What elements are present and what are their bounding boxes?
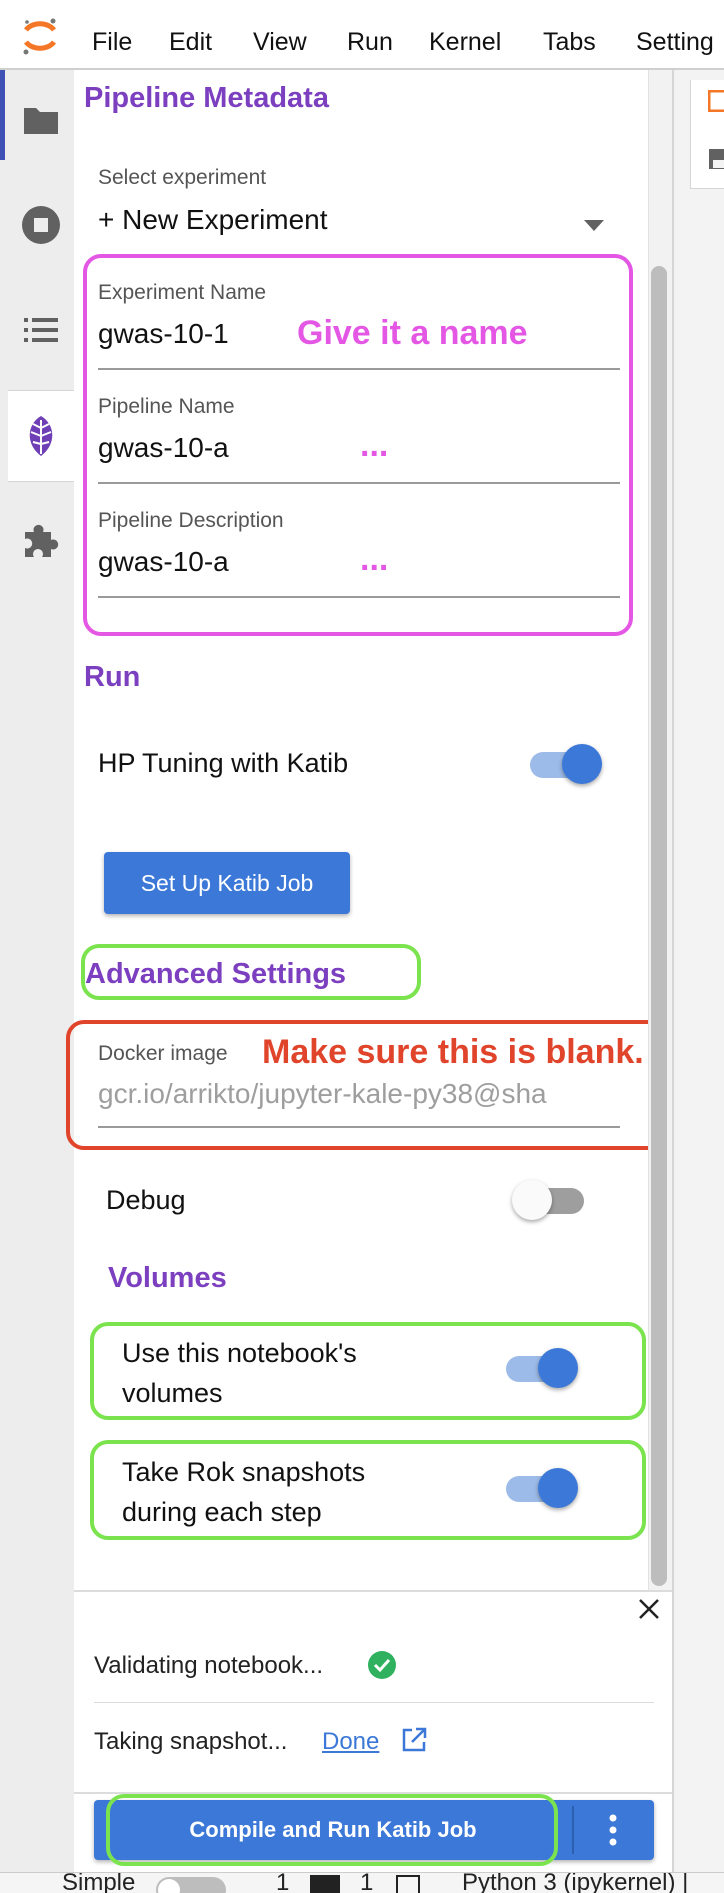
give-name-annotation: Give it a name [297,314,528,352]
menu-tabs[interactable]: Tabs [543,0,596,68]
file-browser-tab[interactable] [8,75,74,165]
docker-image-input[interactable]: gcr.io/arrikto/jupyter-kale-py38@sha [98,1078,547,1110]
chevron-down-icon [584,220,604,231]
select-experiment-value: + New Experiment [98,204,328,235]
menu-kernel[interactable]: Kernel [429,0,501,68]
save-icon[interactable] [708,148,724,170]
use-volumes-toggle[interactable] [502,1346,578,1390]
hp-tuning-toggle[interactable] [526,742,602,786]
editor-area-edge [672,70,724,1892]
check-circle-icon [368,1651,396,1679]
rok-snapshots-toggle[interactable] [502,1466,578,1510]
more-options-button[interactable] [574,1800,654,1860]
hp-tuning-label: HP Tuning with Katib [98,748,349,778]
validating-notebook-text: Validating notebook... [94,1652,324,1679]
rok-snapshots-label-line2: during each step [122,1497,322,1527]
menu-file[interactable]: File [92,0,132,68]
debug-toggle[interactable] [512,1178,588,1222]
notification-divider [94,1702,654,1703]
extension-puzzle-icon [25,524,59,557]
simple-mode-toggle[interactable] [156,1877,226,1893]
ellipsis-annotation-2: ... [360,540,389,578]
ellipsis-annotation-1: ... [360,426,389,464]
advanced-settings-title: Advanced Settings [85,958,347,990]
rok-snapshots-label-line1: Take Rok snapshots [122,1457,366,1487]
kale-tab[interactable] [8,390,74,482]
docker-image-label: Docker image [98,1042,228,1065]
table-of-contents-tab[interactable] [8,285,74,375]
running-stop-icon [22,206,60,244]
kernel-status-icon [396,1875,420,1893]
table-of-contents-icon [24,318,58,342]
snapshot-done-link[interactable]: Done [322,1728,379,1756]
select-experiment-label: Select experiment [98,166,267,189]
notebook-icon [708,90,724,112]
menu-settings[interactable]: Setting [636,0,714,68]
menu-view[interactable]: View [253,0,307,68]
terminal-icon [310,1875,340,1893]
external-link-icon[interactable] [400,1726,428,1754]
volumes-section-title: Volumes [108,1262,227,1294]
kernel-count: 1 [360,1872,374,1893]
terminal-count: 1 [276,1872,290,1893]
folder-icon [24,108,58,134]
use-volumes-label-line2: volumes [122,1378,223,1408]
status-bar: Simple 1 1 Python 3 (ipykernel) | [0,1872,724,1893]
setup-katib-job-button[interactable]: Set Up Katib Job [104,852,350,914]
docker-image-underline [98,1126,620,1128]
active-indicator [0,70,5,160]
use-volumes-label-line1: Use this notebook's [122,1338,357,1368]
experiment-name-underline [98,368,620,370]
compile-button-highlight [106,1794,558,1866]
jupyter-logo-icon [23,18,57,55]
pipeline-description-label: Pipeline Description [98,509,284,532]
select-experiment-dropdown[interactable]: + New Experiment [98,198,616,244]
use-volumes-label: Use this notebook's volumes [122,1333,357,1413]
menu-run[interactable]: Run [347,0,393,68]
more-vertical-icon [609,1814,617,1846]
menu-edit[interactable]: Edit [169,0,212,68]
pipeline-description-underline [98,596,620,598]
panel-scrollbar-thumb[interactable] [651,266,667,1586]
pipeline-name-underline [98,482,620,484]
pipeline-name-label: Pipeline Name [98,395,235,418]
make-blank-annotation: Make sure this is blank. [262,1033,644,1071]
taking-snapshot-text: Taking snapshot... [94,1728,288,1755]
menubar: File Edit View Run Kernel Tabs Setting [0,0,724,70]
kernel-name[interactable]: Python 3 (ipykernel) | [462,1873,688,1893]
rok-snapshots-label: Take Rok snapshots during each step [122,1452,365,1532]
debug-label: Debug [106,1185,186,1215]
kale-icon [29,416,53,456]
simple-mode-label: Simple [62,1872,136,1893]
experiment-name-input[interactable]: gwas-10-1 [98,318,229,350]
pipeline-metadata-title: Pipeline Metadata [84,82,329,114]
pipeline-name-input[interactable]: gwas-10-a [98,432,229,464]
run-section-title: Run [84,661,141,693]
extension-manager-tab[interactable] [8,495,74,585]
pipeline-description-input[interactable]: gwas-10-a [98,546,229,578]
experiment-name-label: Experiment Name [98,281,267,304]
running-sessions-tab[interactable] [8,180,74,270]
notification-area [74,1590,672,1802]
close-icon[interactable] [638,1598,660,1620]
